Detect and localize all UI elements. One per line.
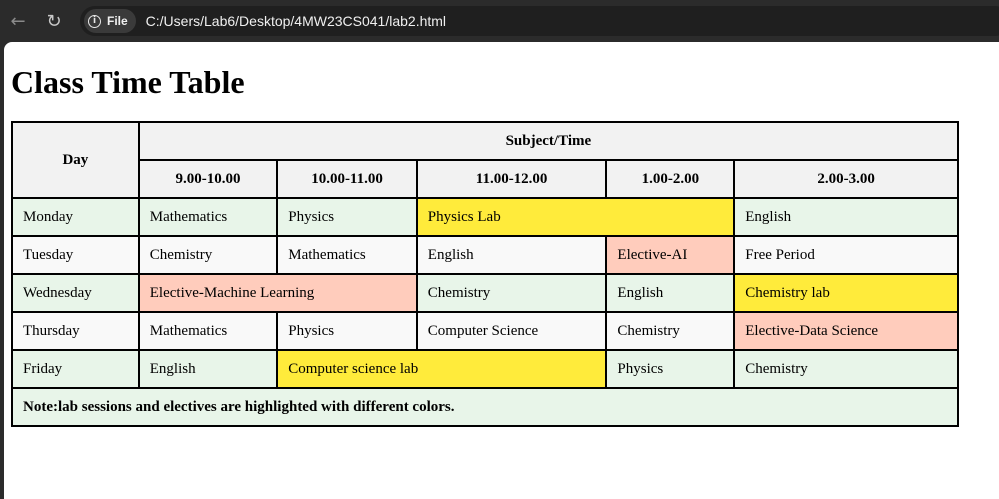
url-text[interactable]: C:/Users/Lab6/Desktop/4MW23CS041/lab2.ht… <box>146 13 446 29</box>
table-row: Tuesday Chemistry Mathematics English El… <box>11 235 959 275</box>
header-slot: 10.00-11.00 <box>276 159 418 199</box>
table-cell: English <box>137 349 279 389</box>
day-cell: Monday <box>11 197 140 237</box>
table-cell: Chemistry <box>415 273 608 313</box>
table-cell: Free Period <box>733 235 959 275</box>
table-header-row: Day Subject/Time <box>11 121 960 199</box>
page-content: Class Time Table Day Subject/Time 9.00-1… <box>4 42 999 499</box>
header-slot: 9.00-10.00 <box>137 159 279 199</box>
table-header-row: 9.00-10.00 10.00-11.00 11.00-12.00 1.00-… <box>12 159 959 199</box>
table-row: Friday English Computer science lab Phys… <box>11 349 959 389</box>
site-info-label: File <box>107 14 128 28</box>
browser-toolbar: ← ↻ i File C:/Users/Lab6/Desktop/4MW23CS… <box>0 0 999 42</box>
table-cell: English <box>605 273 736 313</box>
address-bar[interactable]: i File C:/Users/Lab6/Desktop/4MW23CS041/… <box>80 6 999 36</box>
lab-cell: Physics Lab <box>415 197 736 237</box>
reload-icon[interactable]: ↻ <box>41 8 67 34</box>
elective-cell: Elective-AI <box>605 235 736 275</box>
note-row: Note:lab sessions and electives are high… <box>11 387 959 427</box>
table-cell: Physics <box>276 311 418 351</box>
day-cell: Thursday <box>11 311 140 351</box>
table-cell: Computer Science <box>415 311 608 351</box>
table-cell: Chemistry <box>605 311 736 351</box>
note-cell: Note:lab sessions and electives are high… <box>11 387 959 427</box>
lab-cell: Computer science lab <box>276 349 608 389</box>
table-row: Wednesday Elective-Machine Learning Chem… <box>11 273 959 313</box>
day-cell: Friday <box>11 349 140 389</box>
header-slot: 11.00-12.00 <box>415 159 608 199</box>
table-cell: Mathematics <box>137 311 279 351</box>
table-cell: Physics <box>276 197 418 237</box>
info-icon: i <box>88 14 101 28</box>
header-slot: 1.00-2.00 <box>605 159 736 199</box>
header-slot: 2.00-3.00 <box>733 159 959 199</box>
table-cell: Mathematics <box>276 235 418 275</box>
elective-cell: Elective-Machine Learning <box>137 273 418 313</box>
site-info-chip[interactable]: i File <box>84 9 136 33</box>
table-row: Thursday Mathematics Physics Computer Sc… <box>11 311 959 351</box>
table-cell: English <box>415 235 608 275</box>
table-cell: Chemistry <box>733 349 959 389</box>
day-cell: Tuesday <box>11 235 140 275</box>
header-day: Day <box>11 121 140 199</box>
table-cell: Mathematics <box>137 197 279 237</box>
table-row: Monday Mathematics Physics Physics Lab E… <box>11 197 959 237</box>
back-arrow-icon[interactable]: ← <box>5 8 31 34</box>
elective-cell: Elective-Data Science <box>733 311 959 351</box>
day-cell: Wednesday <box>11 273 140 313</box>
table-cell: Chemistry <box>137 235 279 275</box>
header-subject-time: Subject/Time <box>137 121 960 161</box>
table-cell: English <box>733 197 959 237</box>
page-title: Class Time Table <box>11 64 245 100</box>
lab-cell: Chemistry lab <box>733 273 959 313</box>
timetable: Day Subject/Time 9.00-10.00 10.00-11.00 … <box>11 121 960 427</box>
table-cell: Physics <box>605 349 736 389</box>
